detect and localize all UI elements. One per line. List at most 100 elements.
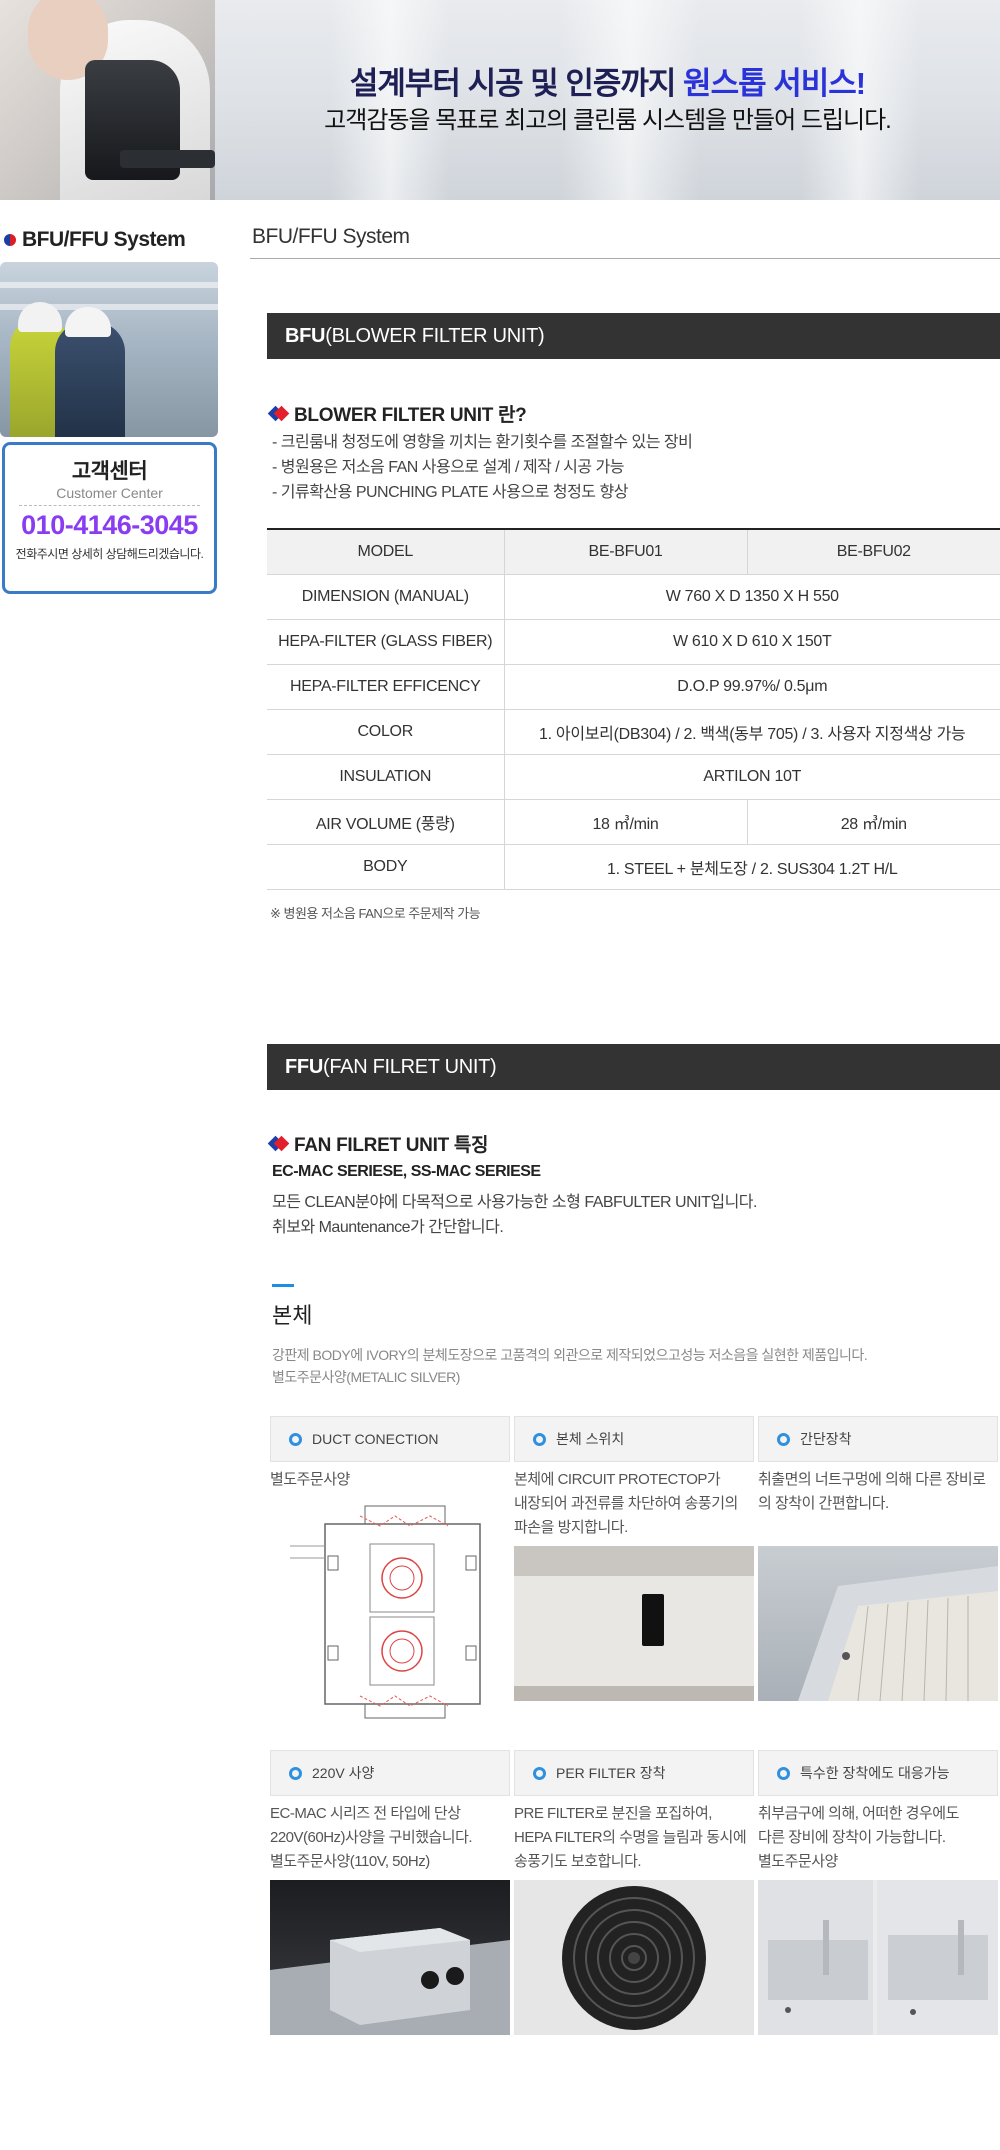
feature-card-switch: 본체 스위치 본체에 CIRCUIT PROTECTOP가 내장되어 과전류를 차… [514, 1416, 754, 1701]
card-text: PRE FILTER로 분진을 포집하여, HEPA FILTER의 수명을 늘림… [514, 1805, 747, 1870]
page-title: BFU/FFU System [252, 225, 410, 248]
electric-box-image [270, 1880, 510, 2035]
table-cell: 1. STEEL + 분체도장 / 2. SUS304 1.2T H/L [504, 844, 1000, 890]
body-desc-line: 강판제 BODY에 IVORY의 분체도장으로 고품격의 외관으로 제작되었으고… [272, 1347, 868, 1363]
table-row-label: HEPA-FILTER (GLASS FIBER) [267, 619, 505, 665]
bullet-item: - 병원용은 저소음 FAN 사용으로 설계 / 제작 / 시공 가능 [272, 459, 624, 476]
hero-headline-accent: 원스톱 서비스! [683, 66, 866, 101]
circle-bullet-icon [777, 1766, 790, 1780]
ffu-section-bar: FFU (FAN FILRET UNIT) [267, 1044, 1000, 1090]
table-cell: ARTILON 10T [504, 754, 1000, 800]
table-row-label: DIMENSION (MANUAL) [267, 574, 505, 620]
filter-frame-image [758, 1546, 998, 1701]
body-section-title: 본체 [272, 1303, 313, 1328]
ffu-heading-label: FAN FILRET UNIT 특징 [294, 1135, 489, 1156]
table-row-label: INSULATION [267, 754, 505, 800]
card-header: 본체 스위치 [514, 1416, 754, 1462]
table-row: AIR VOLUME (풍량) 18 ㎥/min 28 ㎥/min [267, 799, 1000, 845]
sidebar-title[interactable]: BFU/FFU System [0, 225, 215, 255]
feature-card-220v: 220V 사양 EC-MAC 시리즈 전 타입에 단상 220V(60Hz)사양을… [270, 1750, 510, 2035]
card-title: PER FILTER 장착 [556, 1765, 666, 1781]
card-title: DUCT CONECTION [312, 1431, 439, 1447]
table-header-cell: MODEL [267, 528, 505, 575]
table-row-label: AIR VOLUME (풍량) [267, 799, 505, 845]
table-row: HEPA-FILTER EFFICENCY D.O.P 99.97%/ 0.5μ… [267, 664, 1000, 710]
diamond-icon [270, 1135, 288, 1153]
table-cell: 18 ㎥/min [504, 799, 748, 845]
customer-center-title: 고객센터 [71, 460, 148, 483]
table-cell: 28 ㎥/min [747, 799, 1000, 845]
card-title: 220V 사양 [312, 1765, 375, 1781]
card-header: DUCT CONECTION [270, 1416, 510, 1462]
diamond-icon [270, 405, 288, 423]
customer-center-note: 전화주시면 상세히 상담해드리겠습니다. [15, 547, 204, 561]
card-text: EC-MAC 시리즈 전 타입에 단상 220V(60Hz)사양을 구비했습니다.… [270, 1805, 473, 1870]
circle-bullet-icon [533, 1766, 546, 1780]
customer-center-phone[interactable]: 010-4146-3045 [5, 510, 214, 541]
card-title: 간단장착 [800, 1431, 852, 1447]
table-cell: W 610 X D 610 X 150T [504, 619, 1000, 665]
table-row-label: BODY [267, 844, 505, 890]
table-header-cell: BE-BFU01 [504, 528, 748, 575]
table-row: INSULATION ARTILON 10T [267, 754, 1000, 800]
card-header: 특수한 장착에도 대응가능 [758, 1750, 998, 1796]
title-divider [250, 258, 1000, 259]
ffu-heading: FAN FILRET UNIT 특징 [270, 1130, 489, 1157]
table-row: COLOR 1. 아이보리(DB304) / 2. 백색(동부 705) / 3… [267, 709, 1000, 755]
bfu-section-bar: BFU (BLOWER FILTER UNIT) [267, 313, 1000, 359]
bfu-spec-table: MODEL BE-BFU01 BE-BFU02 DIMENSION (MANUA… [267, 528, 1000, 890]
customer-center-box: 고객센터 Customer Center 010-4146-3045 전화주시면… [2, 442, 217, 594]
table-header-cell: BE-BFU02 [747, 528, 1000, 575]
body-desc-line: 별도주문사양(METALIC SILVER) [272, 1369, 460, 1385]
ffu-description-line: 모든 CLEAN분야에 다목적으로 사용가능한 소형 FABFULTER UNI… [272, 1194, 757, 1211]
table-cell: W 760 X D 1350 X H 550 [504, 574, 1000, 620]
ffu-series: EC-MAC SERIESE, SS-MAC SERIESE [272, 1163, 541, 1180]
table-row: DIMENSION (MANUAL) W 760 X D 1350 X H 55… [267, 574, 1000, 620]
bfu-heading-label: BLOWER FILTER UNIT 란? [294, 405, 527, 426]
card-header: PER FILTER 장착 [514, 1750, 754, 1796]
table-cell: 1. 아이보리(DB304) / 2. 백색(동부 705) / 3. 사용자 … [504, 709, 1000, 755]
hero-banner: 설계부터 시공 및 인증까지 원스톱 서비스! 고객감동을 목표로 최고의 클린… [0, 0, 1000, 200]
hero-subheadline: 고객감동을 목표로 최고의 클린룸 시스템을 만들어 드립니다. [324, 107, 892, 134]
hero-headline: 설계부터 시공 및 인증까지 원스톱 서비스! [349, 66, 866, 101]
card-header: 간단장착 [758, 1416, 998, 1462]
bfu-heading: BLOWER FILTER UNIT 란? [270, 400, 527, 427]
card-text: 취부금구에 의해, 어떠한 경우에도 다른 장비에 장착이 가능합니다. 별도주문사… [758, 1805, 959, 1870]
table-row: BODY 1. STEEL + 분체도장 / 2. SUS304 1.2T H/… [267, 844, 1000, 890]
duct-diagram-image [270, 1496, 510, 1726]
section-accent-dash [272, 1284, 294, 1287]
feature-card-prefilter: PER FILTER 장착 PRE FILTER로 분진을 포집하여, HEPA … [514, 1750, 754, 2035]
card-text: 본체에 CIRCUIT PROTECTOP가 내장되어 과전류를 차단하여 송풍기… [514, 1471, 738, 1536]
circle-bullet-icon [289, 1766, 302, 1780]
card-text: 별도주문사양 [270, 1471, 350, 1488]
bullet-dot-icon [4, 234, 16, 246]
table-row: HEPA-FILTER (GLASS FIBER) W 610 X D 610 … [267, 619, 1000, 665]
feature-card-duct: DUCT CONECTION 별도주문사양 [270, 1416, 510, 1726]
bfu-bar-rest: (BLOWER FILTER UNIT) [325, 324, 545, 347]
feature-card-special-mount: 특수한 장착에도 대응가능 취부금구에 의해, 어떠한 경우에도 다른 장비에 장… [758, 1750, 998, 2035]
switch-panel-image [514, 1546, 754, 1701]
card-title: 특수한 장착에도 대응가능 [800, 1765, 950, 1781]
body-section-desc: 강판제 BODY에 IVORY의 분체도장으로 고품격의 외관으로 제작되었으고… [272, 1344, 868, 1388]
customer-center-subtitle: Customer Center [56, 485, 163, 501]
bfu-bar-bold: BFU [285, 324, 326, 347]
sidebar-title-label: BFU/FFU System [22, 228, 186, 251]
card-text: 취출면의 너트구멍에 의해 다른 장비로 의 장착이 간편합니다. [758, 1471, 986, 1512]
mount-brackets-image [758, 1880, 998, 2035]
card-header: 220V 사양 [270, 1750, 510, 1796]
circle-bullet-icon [533, 1432, 546, 1446]
table-cell: D.O.P 99.97%/ 0.5μm [504, 664, 1000, 710]
table-header-row: MODEL BE-BFU01 BE-BFU02 [267, 528, 1000, 575]
ffu-bar-rest: (FAN FILRET UNIT) [322, 1055, 497, 1078]
bullet-item: - 크린룸내 청정도에 영향을 끼치는 환기횟수를 조절할수 있는 장비 [272, 434, 693, 451]
ffu-description-line: 취보와 Mauntenance가 간단합니다. [272, 1219, 504, 1236]
table-row-label: HEPA-FILTER EFFICENCY [267, 664, 505, 710]
hero-microscope-image [0, 0, 215, 200]
bfu-note: ※ 병원용 저소음 FAN으로 주문제작 가능 [270, 906, 481, 921]
circle-bullet-icon [777, 1432, 790, 1446]
bfu-bullets: - 크린룸내 청정도에 영향을 끼치는 환기횟수를 조절할수 있는 장비 - 병… [272, 430, 693, 505]
feature-card-mount: 간단장착 취출면의 너트구멍에 의해 다른 장비로 의 장착이 간편합니다. [758, 1416, 998, 1701]
table-row-label: COLOR [267, 709, 505, 755]
bullet-item: - 기류확산용 PUNCHING PLATE 사용으로 청정도 향상 [272, 484, 628, 501]
circle-bullet-icon [289, 1432, 302, 1446]
